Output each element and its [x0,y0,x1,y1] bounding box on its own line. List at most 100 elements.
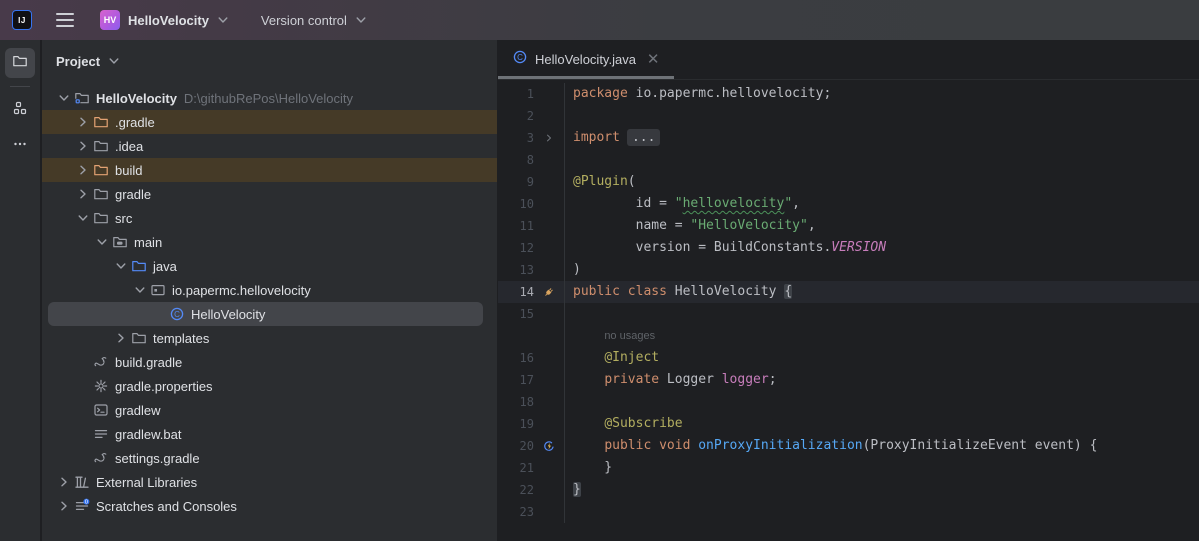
tab-hellovelocity-java[interactable]: C HelloVelocity.java ✕ [498,40,674,79]
code-line-23[interactable]: 23 [498,501,1199,523]
chevron-down-icon[interactable] [113,258,129,274]
code-line-15[interactable]: 15 [498,303,1199,325]
more-icon [12,136,28,157]
chevron-right-icon[interactable] [75,162,91,178]
line-number [498,325,534,347]
gear-icon [92,378,110,394]
chevron-spacer [151,306,167,322]
code-line-10[interactable]: 10 id = "hellovelocity", [498,193,1199,215]
tree-item-label: Scratches and Consoles [96,499,237,514]
tree-item-hellovelocity[interactable]: CHelloVelocity [42,302,497,326]
chevron-down-icon[interactable] [75,210,91,226]
tree-item-label: gradle [115,187,151,202]
tree-item-io-papermc-hellovelocity[interactable]: io.papermc.hellovelocity [42,278,497,302]
gradle-icon [92,450,110,466]
tree-item-gradle[interactable]: gradle [42,182,497,206]
code-line-21[interactable]: 21 } [498,457,1199,479]
tree-item-java[interactable]: java [42,254,497,278]
intellij-window: IJ HV HelloVelocity Version control Proj… [0,0,1199,541]
code-line-19[interactable]: 19 @Subscribe [498,413,1199,435]
chevron-down-icon[interactable] [56,90,72,106]
code-text: no usages [564,325,1199,347]
code-text: id = "hellovelocity", [564,193,1199,215]
line-number: 3 [498,127,534,149]
chevron-right-icon[interactable] [113,330,129,346]
tree-item-label: main [134,235,162,250]
folder-excluded-icon [92,162,110,178]
intellij-logo-icon[interactable]: IJ [12,10,32,30]
more-toolwindows-button[interactable] [5,131,35,161]
tree-item-build[interactable]: build [42,158,497,182]
tree-item-build-gradle[interactable]: build.gradle [42,350,497,374]
code-line-14[interactable]: 14public class HelloVelocity { [498,281,1199,303]
fold-gutter-icon[interactable] [534,127,564,149]
code-line-16[interactable]: 16 @Inject [498,347,1199,369]
line-number: 18 [498,391,534,413]
gutter-spacer [534,347,564,369]
tree-item-path: D:\githubRePos\HelloVelocity [184,91,353,106]
editor-tab-bar: C HelloVelocity.java ✕ [498,40,1199,80]
editor-area: C HelloVelocity.java ✕ 1package io.paper… [498,40,1199,541]
tree-item-gradlew-bat[interactable]: gradlew.bat [42,422,497,446]
code-line-17[interactable]: 17 private Logger logger; [498,369,1199,391]
project-widget[interactable]: HV HelloVelocity [94,6,237,34]
project-panel-header[interactable]: Project [42,40,497,82]
tree-item-hellovelocity[interactable]: HelloVelocityD:\githubRePos\HelloVelocit… [42,86,497,110]
project-toolwindow-button[interactable] [5,48,35,78]
line-number: 17 [498,369,534,391]
code-line-9[interactable]: 9@Plugin( [498,171,1199,193]
main-menu-icon[interactable] [56,13,74,27]
chevron-right-icon[interactable] [75,138,91,154]
code-line-18[interactable]: 18 [498,391,1199,413]
code-line-22[interactable]: 22} [498,479,1199,501]
tree-item-label: gradlew.bat [115,427,182,442]
tree-item-main[interactable]: main [42,230,497,254]
chevron-right-icon[interactable] [56,474,72,490]
code-line-1[interactable]: 1package io.papermc.hellovelocity; [498,83,1199,105]
code-text: import... [564,127,1199,149]
chevron-right-icon[interactable] [75,186,91,202]
structure-toolwindow-button[interactable] [5,95,35,125]
chevron-right-icon[interactable] [75,114,91,130]
code-editor[interactable]: 1package io.papermc.hellovelocity;23impo… [498,81,1199,541]
tree-item-templates[interactable]: templates [42,326,497,350]
line-number: 12 [498,237,534,259]
code-line-13[interactable]: 13) [498,259,1199,281]
code-text: ) [564,259,1199,281]
tree-item-gradle-properties[interactable]: gradle.properties [42,374,497,398]
code-text: } [564,457,1199,479]
version-control-label: Version control [261,13,347,28]
gutter-spacer [534,325,564,347]
inlay-hint-line[interactable]: no usages [498,325,1199,347]
tree-item-idea[interactable]: .idea [42,134,497,158]
folder-excluded-icon [92,114,110,130]
tree-item-label: .gradle [115,115,155,130]
code-line-2[interactable]: 2 [498,105,1199,127]
tree-item-gradle[interactable]: .gradle [42,110,497,134]
tree-item-gradlew[interactable]: gradlew [42,398,497,422]
code-line-20[interactable]: 20 public void onProxyInitialization(Pro… [498,435,1199,457]
code-line-3[interactable]: 3 import... [498,127,1199,149]
main-toolbar: IJ HV HelloVelocity Version control [0,0,1199,40]
chevron-spacer [75,402,91,418]
chevron-down-icon[interactable] [94,234,110,250]
line-number: 16 [498,347,534,369]
tree-item-external-libraries[interactable]: External Libraries [42,470,497,494]
plug-gutter-icon[interactable] [534,281,564,303]
code-text: package io.papermc.hellovelocity; [564,83,1199,105]
chevron-right-icon[interactable] [56,498,72,514]
gutter-spacer [534,83,564,105]
tree-item-settings-gradle[interactable]: settings.gradle [42,446,497,470]
code-line-8[interactable]: 8 [498,149,1199,171]
code-line-12[interactable]: 12 version = BuildConstants.VERSION [498,237,1199,259]
close-icon[interactable]: ✕ [643,50,664,69]
code-text: } [564,479,1199,501]
chevron-down-icon[interactable] [132,282,148,298]
code-line-11[interactable]: 11 name = "HelloVelocity", [498,215,1199,237]
tree-item-src[interactable]: src [42,206,497,230]
subscribe-gutter-icon[interactable] [534,435,564,457]
gutter-spacer [534,215,564,237]
line-number: 21 [498,457,534,479]
tree-item-scratches-and-consoles[interactable]: 0Scratches and Consoles [42,494,497,518]
version-control-menu[interactable]: Version control [255,8,375,32]
